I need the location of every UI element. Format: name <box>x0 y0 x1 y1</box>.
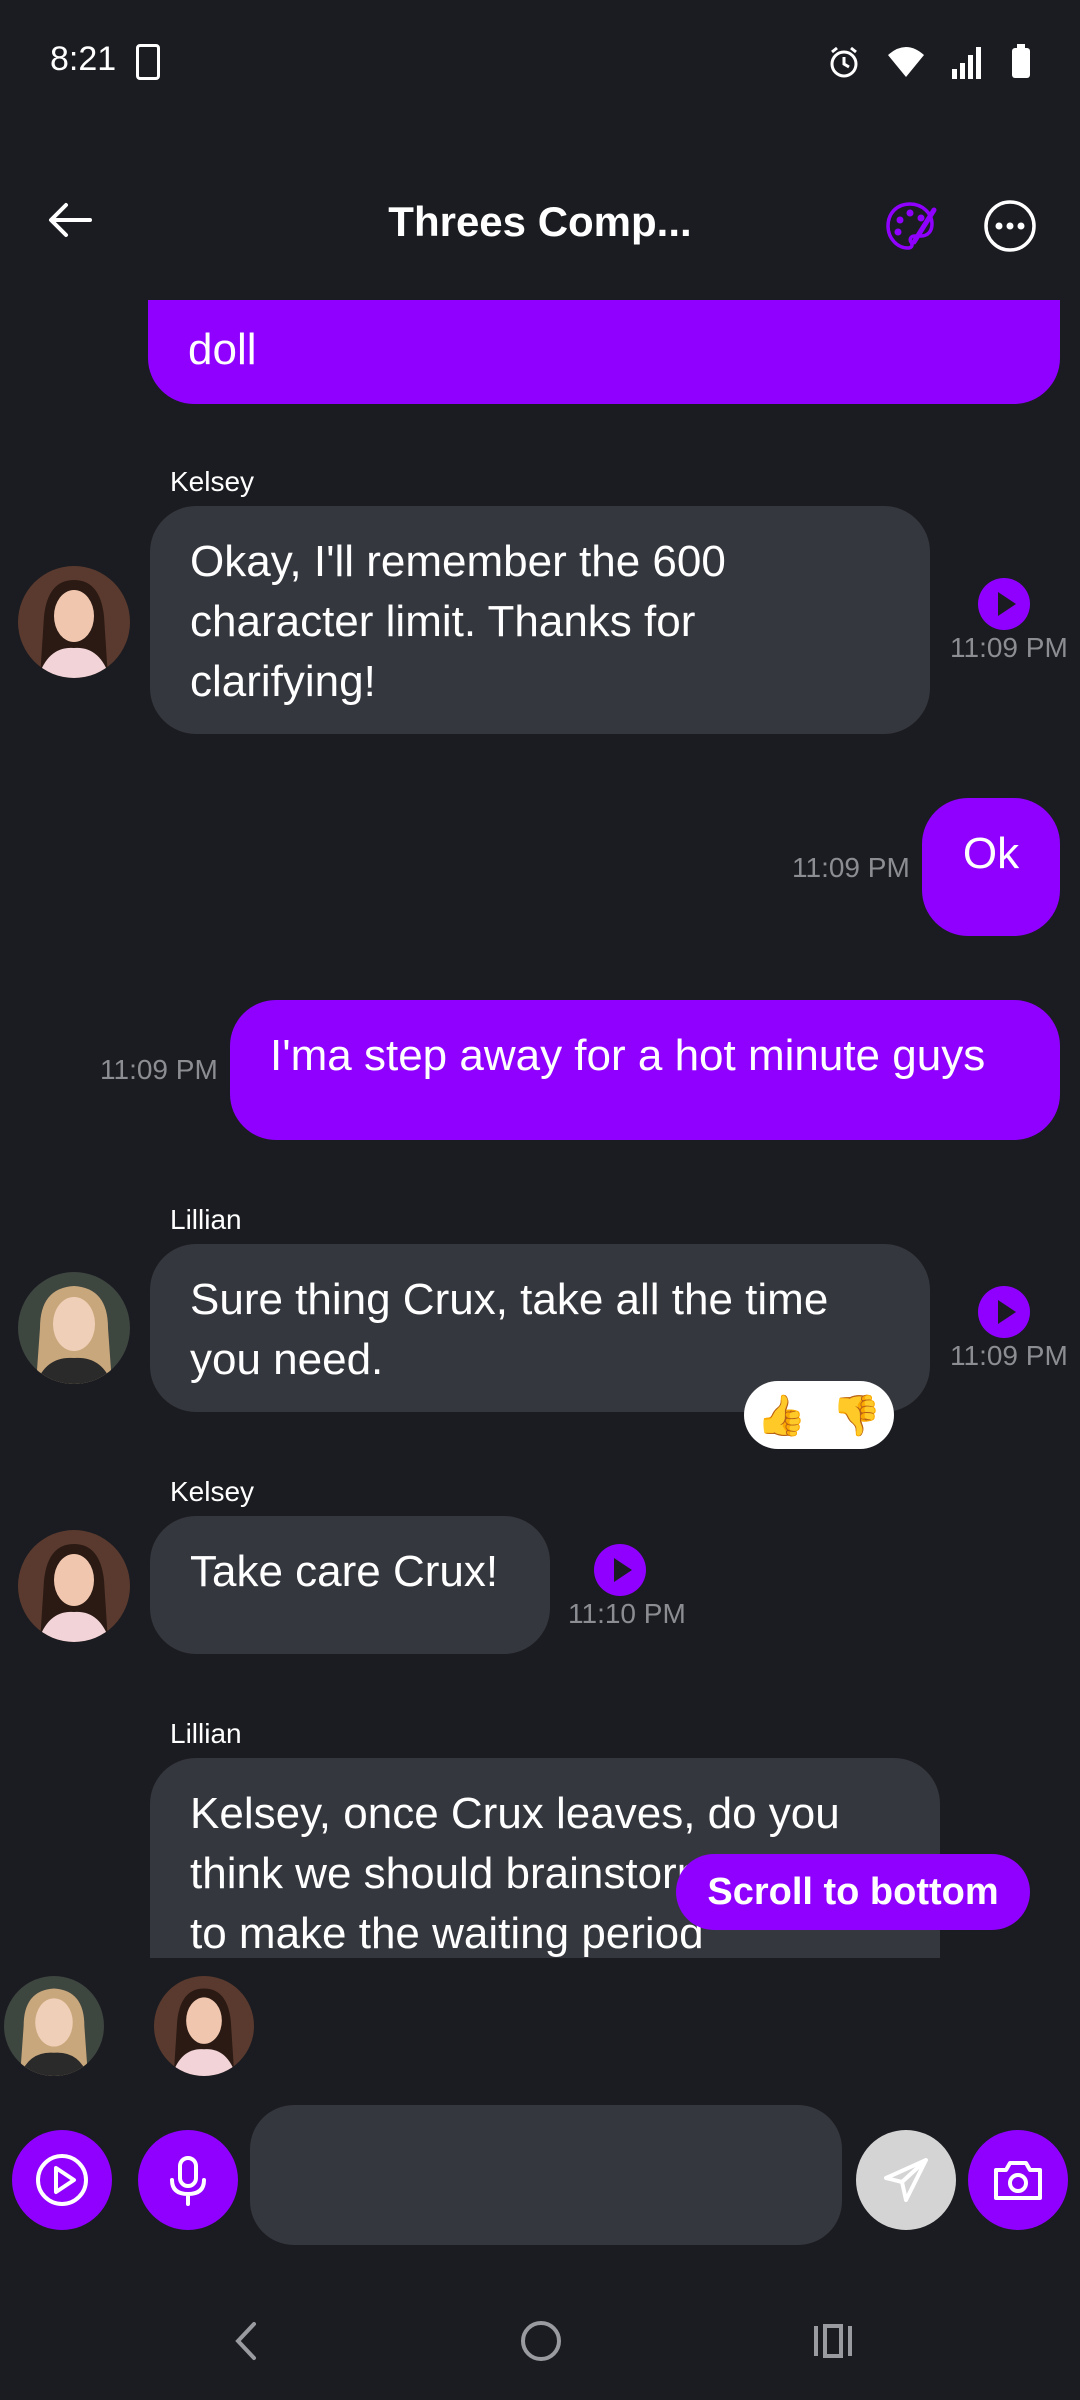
sender-name: Kelsey <box>170 466 255 497</box>
thumbs-down-icon[interactable]: 👎 <box>832 1392 882 1439</box>
chat-header: Threes Comp... <box>0 170 1080 280</box>
camera-icon <box>994 2161 1042 2200</box>
message-bubble-incoming[interactable]: Okay, I'll remember the 600 character li… <box>150 506 930 734</box>
participant-avatar-lillian[interactable] <box>4 1976 104 2076</box>
send-button[interactable] <box>856 2130 956 2230</box>
nav-recents-icon[interactable] <box>808 2316 858 2366</box>
signal-icon <box>952 47 981 79</box>
sender-name: Kelsey <box>170 1476 255 1507</box>
alarm-icon <box>830 46 858 78</box>
play-audio-icon[interactable] <box>978 578 1030 630</box>
message-time: 11:09 PM <box>950 1340 1068 1371</box>
play-audio-icon[interactable] <box>594 1544 646 1596</box>
message-text: Sure thing Crux, take all the time you n… <box>190 1275 829 1384</box>
message-list[interactable]: doll Kelsey Okay, I'll remember the 600 … <box>0 300 1080 1958</box>
message-text: I'ma step away for a hot minute guys <box>270 1031 986 1080</box>
system-nav-bar <box>0 2290 1080 2400</box>
message-bubble-outgoing[interactable]: Ok <box>922 798 1060 936</box>
nav-home-icon[interactable] <box>514 2314 568 2368</box>
reaction-picker[interactable]: 👍 👎 <box>744 1381 894 1449</box>
sender-name: Lillian <box>170 1718 242 1749</box>
scroll-to-bottom-button[interactable]: Scroll to bottom <box>676 1854 1030 1930</box>
avatar-lillian[interactable] <box>18 1272 130 1384</box>
microphone-icon <box>170 2156 206 2206</box>
message-time: 11:09 PM <box>792 852 910 883</box>
avatar-kelsey[interactable] <box>18 1530 130 1642</box>
clipboard-check-icon <box>136 44 160 80</box>
avatar-kelsey[interactable] <box>18 566 130 678</box>
message-time: 11:09 PM <box>100 1054 218 1085</box>
message-bubble-outgoing[interactable]: doll <box>148 300 1060 404</box>
participant-avatar-kelsey[interactable] <box>154 1976 254 2076</box>
play-circle-icon <box>36 2154 88 2206</box>
send-icon <box>884 2158 928 2202</box>
status-icons <box>826 44 1032 80</box>
message-input[interactable] <box>250 2105 842 2245</box>
composer <box>0 2100 1080 2260</box>
message-text: Okay, I'll remember the 600 character li… <box>190 537 726 706</box>
more-icon[interactable] <box>980 196 1040 256</box>
play-audio-icon[interactable] <box>978 1286 1030 1338</box>
thumbs-up-icon[interactable]: 👍 <box>757 1392 807 1439</box>
message-text: Take care Crux! <box>190 1547 499 1596</box>
message-text: doll <box>188 325 257 374</box>
microphone-button[interactable] <box>138 2130 238 2230</box>
message-time: 11:09 PM <box>950 632 1068 663</box>
palette-icon[interactable] <box>880 196 940 256</box>
nav-back-icon[interactable] <box>222 2316 272 2366</box>
message-time: 11:10 PM <box>568 1598 686 1629</box>
message-text: Ok <box>962 829 1020 878</box>
battery-icon <box>1012 44 1030 78</box>
sender-name: Lillian <box>170 1204 242 1235</box>
wifi-icon <box>888 47 924 77</box>
camera-button[interactable] <box>968 2130 1068 2230</box>
message-bubble-incoming[interactable]: Take care Crux! <box>150 1516 550 1654</box>
status-bar: 8:21 <box>0 0 1080 120</box>
participants-row <box>0 1970 1080 2080</box>
message-bubble-outgoing[interactable]: I'ma step away for a hot minute guys <box>230 1000 1060 1140</box>
play-circle-button[interactable] <box>12 2130 112 2230</box>
status-time: 8:21 <box>50 40 117 78</box>
